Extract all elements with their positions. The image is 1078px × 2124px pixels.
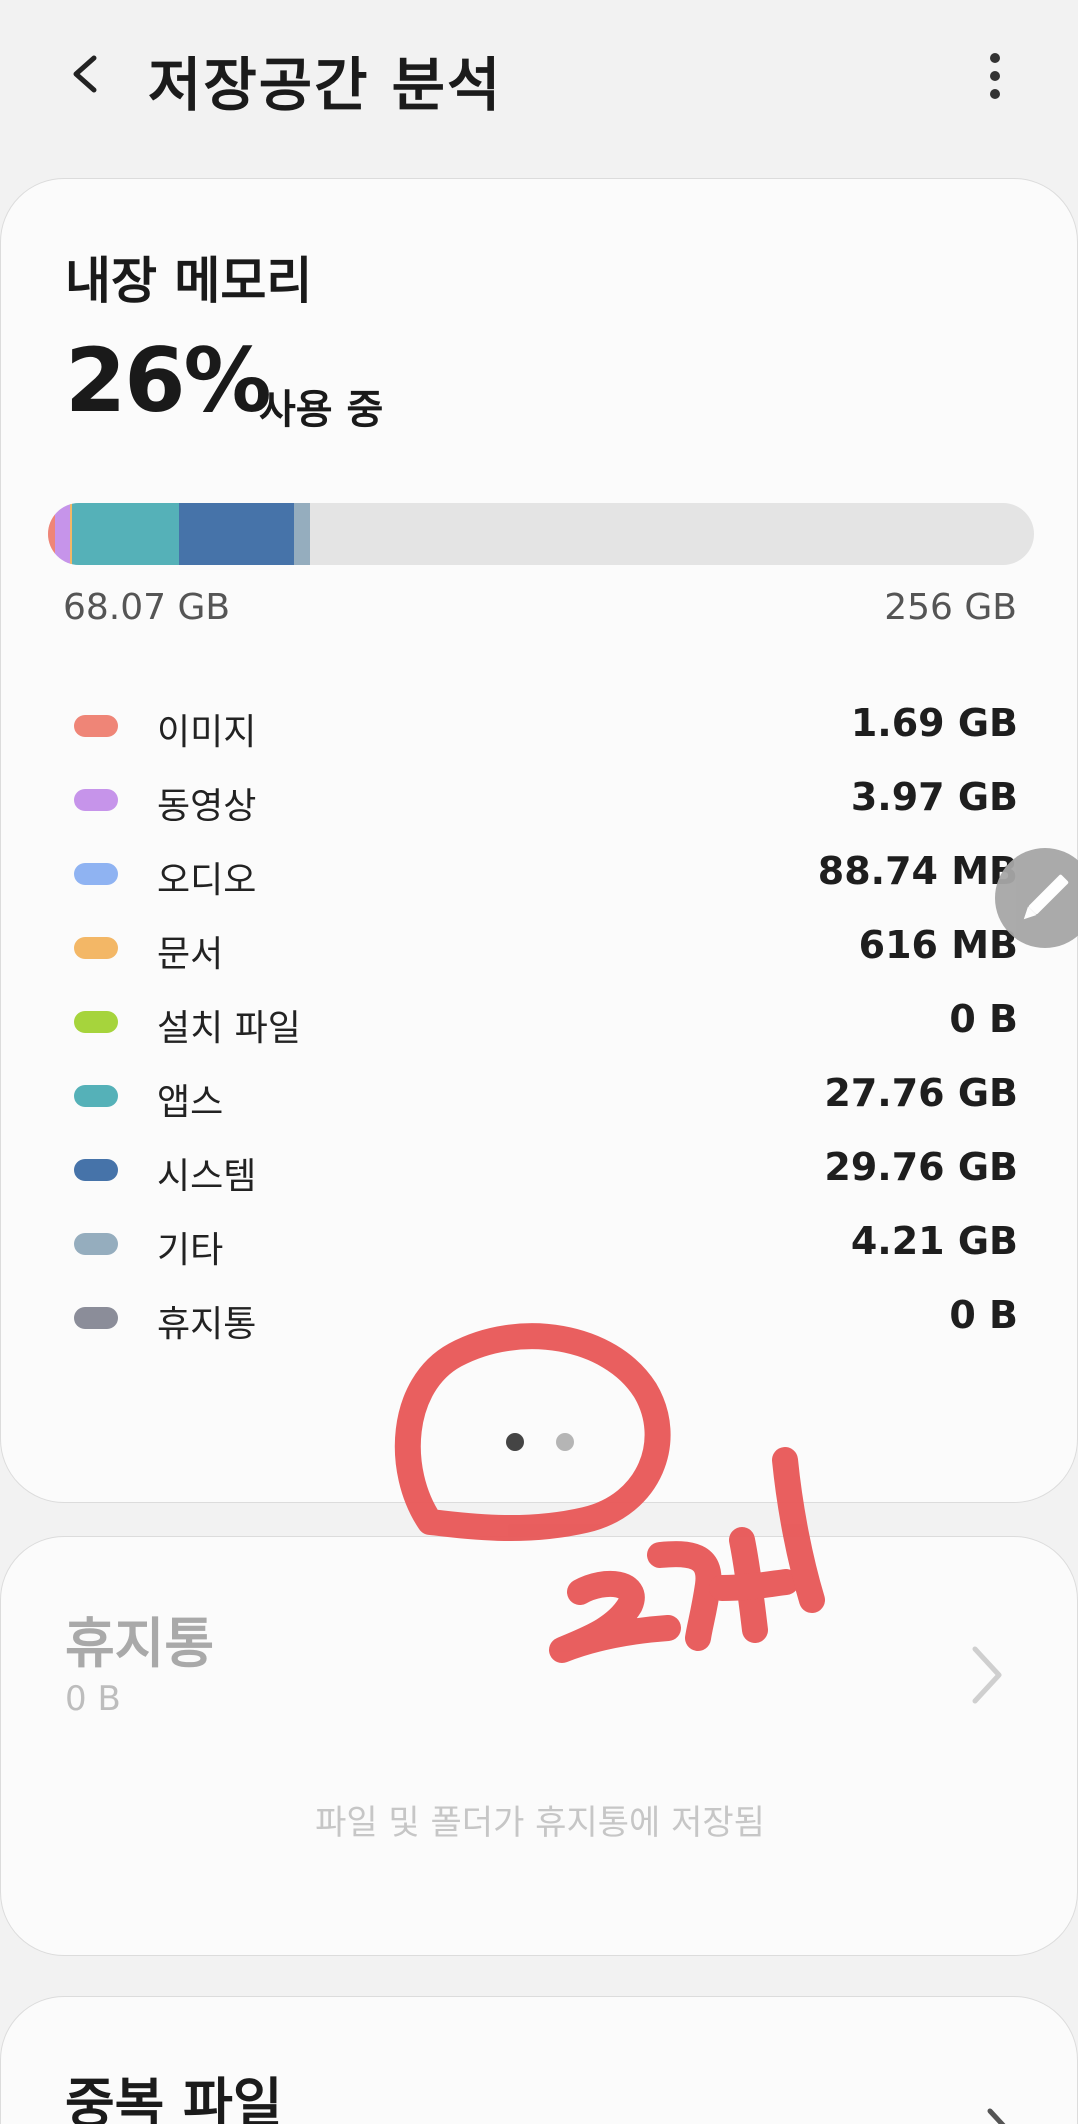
category-label: 오디오 [157,860,257,901]
usage-percent: 26% [65,329,272,432]
category-color-dot [74,937,118,959]
page-indicator-active [506,1433,524,1451]
usage-suffix: 사용 중 [259,387,384,433]
category-row[interactable]: 동영상 3.97 GB [1,765,1078,839]
internal-storage-card[interactable]: 내장 메모리 26% 사용 중 68.07 GB 256 GB 이미지 1.69 … [0,178,1078,1503]
duplicate-files-title: 중복 파일 [65,2072,283,2124]
back-arrow-icon[interactable] [58,44,118,104]
trash-card[interactable]: 휴지통 0 B 파일 및 폴더가 휴지통에 저장됨 [0,1536,1078,1956]
page-indicator-inactive [556,1433,574,1451]
category-color-dot [74,1085,118,1107]
category-label: 휴지통 [157,1304,257,1345]
more-vertical-icon[interactable] [975,48,1015,104]
category-value: 4.21 GB [850,1219,1018,1263]
total-amount: 256 GB [884,587,1017,628]
category-color-dot [74,1307,118,1329]
category-value: 88.74 MB [817,849,1018,893]
category-row[interactable]: 휴지통 0 B [1,1283,1078,1357]
category-label: 앱스 [157,1082,224,1123]
category-row[interactable]: 설치 파일 0 B [1,987,1078,1061]
used-amount: 68.07 GB [63,587,231,628]
category-row[interactable]: 시스템 29.76 GB [1,1135,1078,1209]
category-value: 3.97 GB [850,775,1018,819]
category-color-dot [74,789,118,811]
usage-bar-segment [179,503,294,565]
category-color-dot [74,1011,118,1033]
category-list: 이미지 1.69 GB 동영상 3.97 GB 오디오 88.74 MB 문서 616 MB 설… [1,691,1078,1357]
chevron-right-icon[interactable] [976,2097,1026,2124]
duplicate-files-card[interactable]: 중복 파일 [0,1996,1078,2124]
category-row[interactable]: 이미지 1.69 GB [1,691,1078,765]
category-color-dot [74,863,118,885]
category-color-dot [74,1233,118,1255]
trash-title: 휴지통 [65,1612,215,1675]
category-label: 동영상 [157,786,257,827]
pencil-icon[interactable] [995,848,1078,948]
trash-note: 파일 및 폴더가 휴지통에 저장됨 [315,1803,765,1843]
category-value: 0 B [949,997,1018,1041]
internal-storage-title: 내장 메모리 [65,252,313,310]
storage-usage-bar [48,503,1034,565]
chevron-right-icon[interactable] [961,1635,1011,1715]
usage-bar-segment [72,503,180,565]
category-row[interactable]: 앱스 27.76 GB [1,1061,1078,1135]
category-label: 기타 [157,1230,224,1271]
category-row[interactable]: 문서 616 MB [1,913,1078,987]
category-label: 설치 파일 [157,1008,301,1049]
trash-size: 0 B [65,1679,121,1719]
usage-bar-segment [54,503,70,565]
category-color-dot [74,715,118,737]
app-bar: 저장공간 분석 [0,0,1078,150]
storage-analysis-screen: 저장공간 분석 내장 메모리 26% 사용 중 68.07 GB 256 GB … [0,0,1078,2124]
category-value: 1.69 GB [850,701,1018,745]
category-value: 29.76 GB [824,1145,1018,1189]
page-title: 저장공간 분석 [148,51,503,119]
usage-bar-segment [293,503,311,565]
category-color-dot [74,1159,118,1181]
category-label: 시스템 [157,1156,257,1197]
category-label: 이미지 [157,712,257,753]
category-value: 27.76 GB [824,1071,1018,1115]
category-row[interactable]: 기타 4.21 GB [1,1209,1078,1283]
category-label: 문서 [157,934,224,975]
category-row[interactable]: 오디오 88.74 MB [1,839,1078,913]
category-value: 0 B [949,1293,1018,1337]
